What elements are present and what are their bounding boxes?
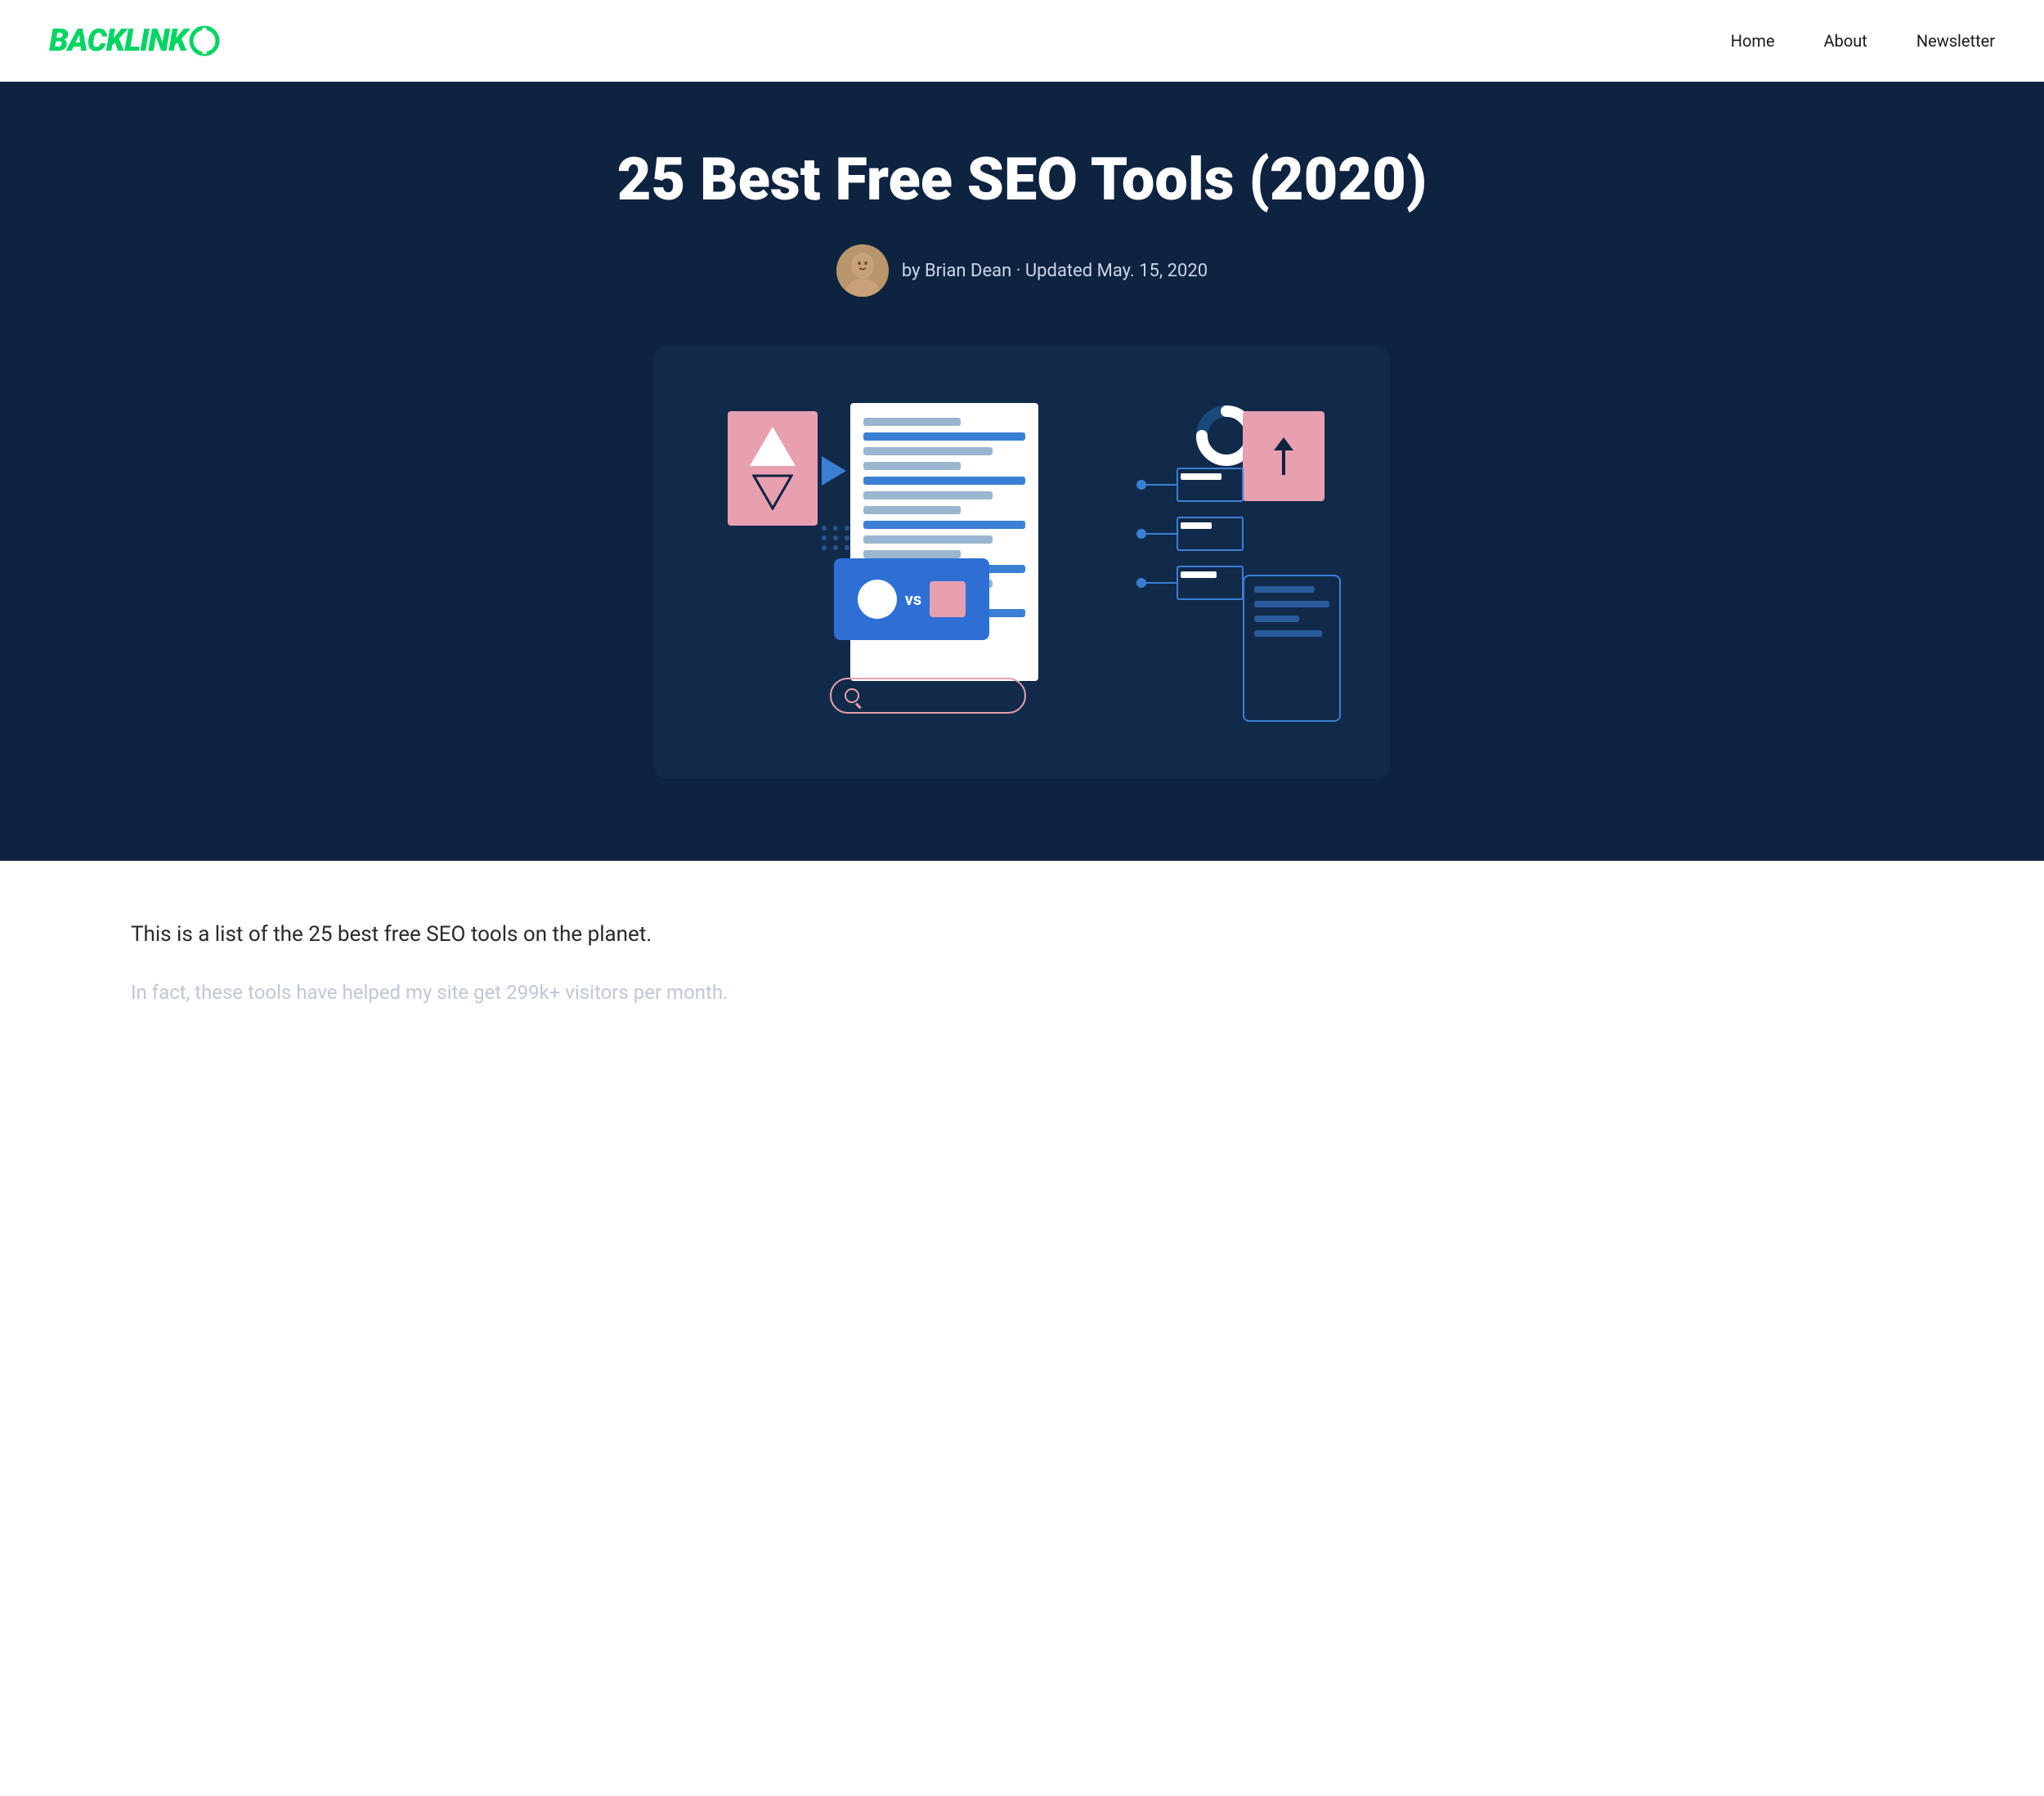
vs-square [930, 581, 966, 617]
page-title: 25 Best Free SEO Tools (2020) [49, 147, 1995, 212]
illustration-inner: vs [703, 395, 1341, 738]
arrow-up-icon [1266, 436, 1302, 477]
main-nav: Home About Newsletter [1731, 31, 1995, 51]
play-arrow-icon [822, 456, 846, 486]
author-byline: by Brian Dean · Updated May. 15, 2020 [902, 261, 1208, 281]
search-bar-illustration [830, 678, 1026, 714]
site-logo[interactable]: BACKLINK [49, 23, 220, 59]
logo-text: BACKLINK [49, 23, 187, 59]
site-header: BACKLINK Home About Newsletter [0, 0, 2044, 82]
vs-circle [858, 580, 897, 619]
vs-label: vs [905, 589, 921, 609]
article-meta: by Brian Dean · Updated May. 15, 2020 [49, 244, 1995, 297]
hero-section: 25 Best Free SEO Tools (2020) by Brian D… [0, 82, 2044, 861]
nav-about[interactable]: About [1824, 31, 1867, 51]
lead-paragraph: This is a list of the 25 best free SEO t… [131, 918, 1913, 952]
logo-o-icon [189, 25, 220, 56]
hero-illustration: vs [654, 346, 1390, 779]
article-content: This is a list of the 25 best free SEO t… [0, 861, 2044, 1065]
mobile-card [1243, 575, 1341, 722]
triangle-up-icon [750, 427, 796, 466]
pink-rect-left [728, 411, 818, 526]
secondary-paragraph: In fact, these tools have helped my site… [131, 977, 1913, 1008]
nav-newsletter[interactable]: Newsletter [1916, 31, 1995, 51]
triangle-down-icon [752, 474, 793, 510]
avatar-image [836, 244, 889, 297]
search-icon-illustration [845, 688, 859, 703]
connection-lines [1128, 460, 1259, 624]
vs-comparison-card: vs [834, 558, 989, 640]
nav-home[interactable]: Home [1731, 31, 1775, 51]
author-avatar [836, 244, 889, 297]
